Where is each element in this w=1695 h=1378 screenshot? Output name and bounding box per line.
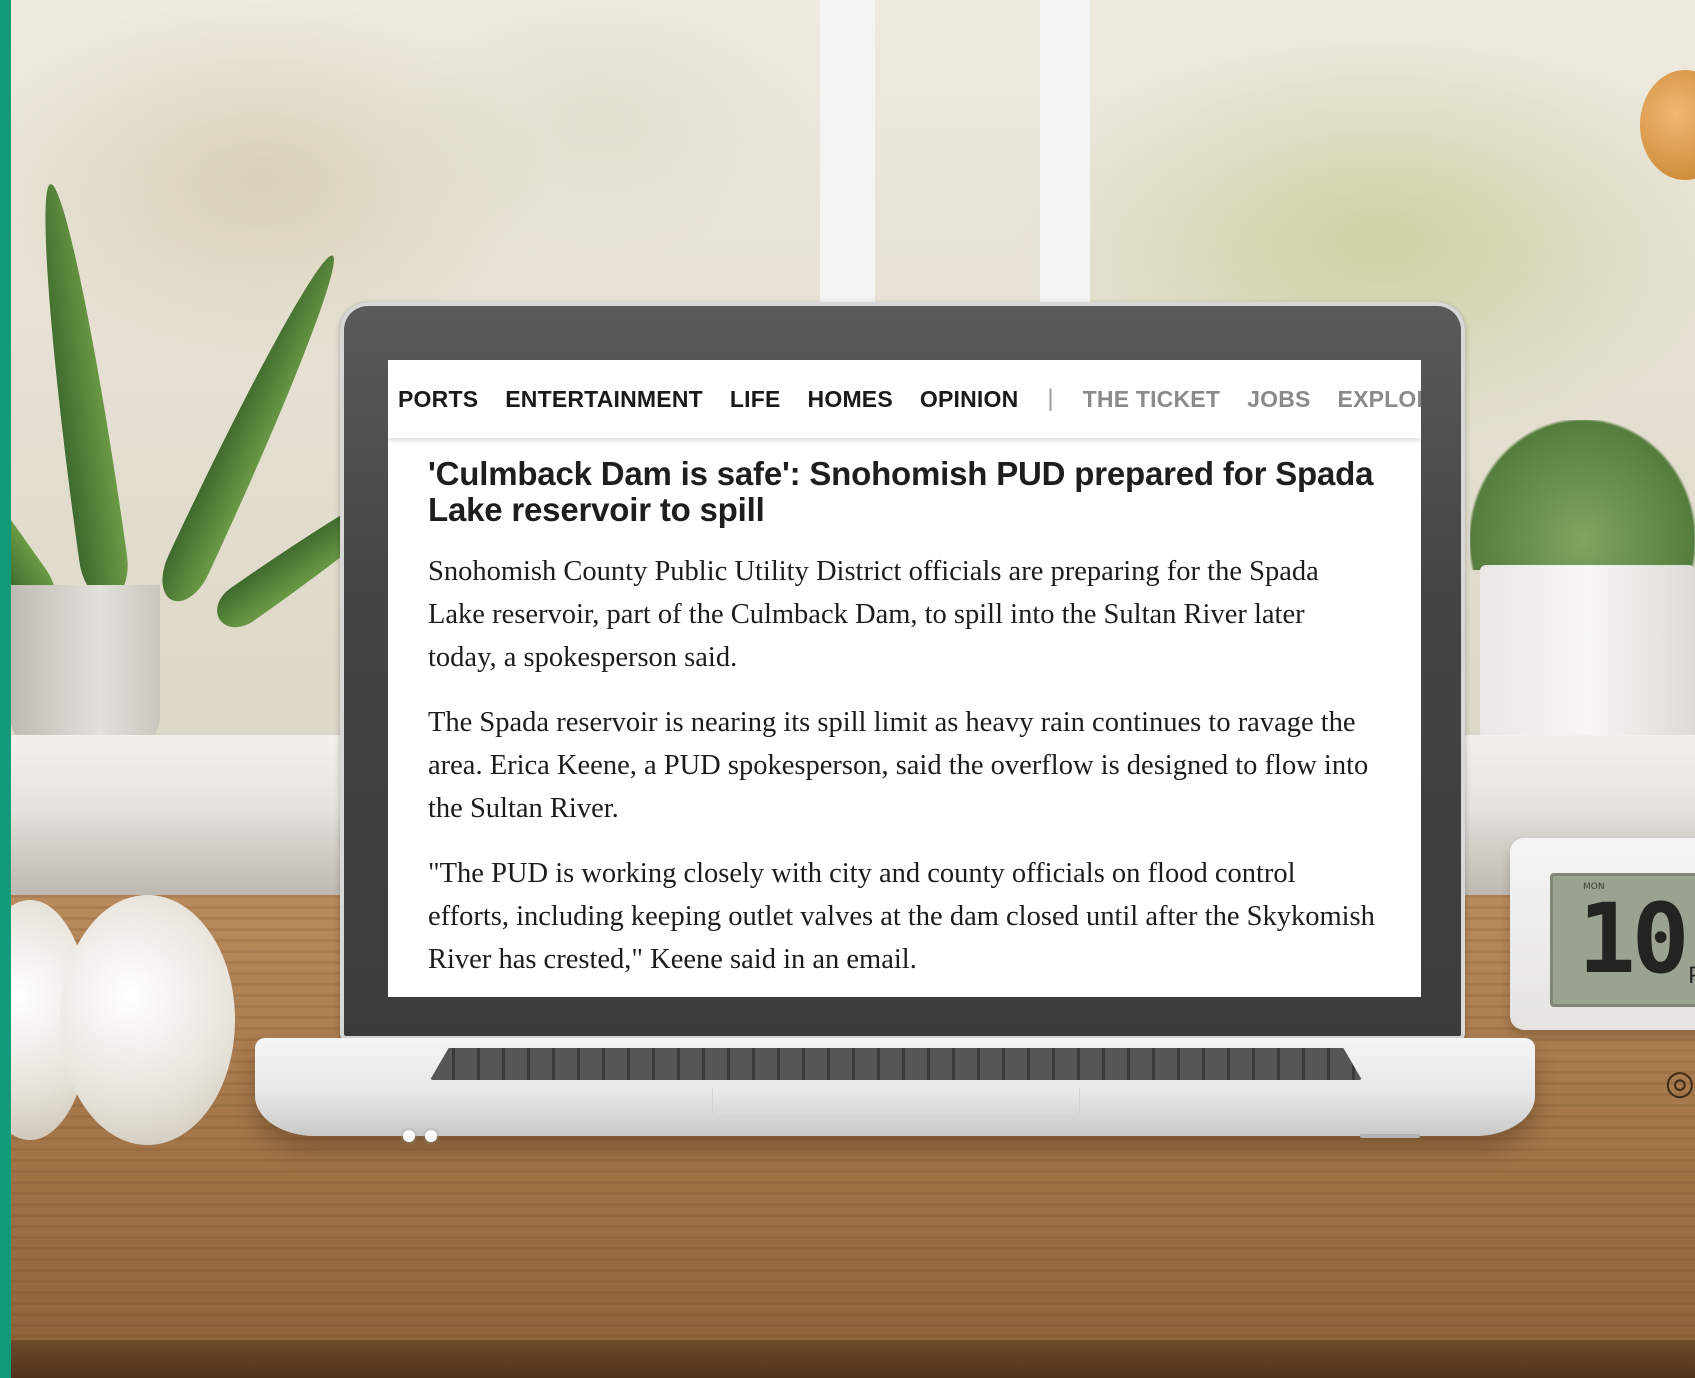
article-paragraph: Snohomish County Public Utility District… bbox=[428, 556, 1319, 673]
nav-jobs[interactable]: JOBS bbox=[1247, 386, 1310, 413]
laptop-screen: PORTS ENTERTAINMENT LIFE HOMES OPINION |… bbox=[388, 360, 1421, 997]
nav-entertainment[interactable]: ENTERTAINMENT bbox=[505, 386, 703, 413]
clock-ampm: P bbox=[1688, 964, 1695, 989]
laptop-trackpad bbox=[712, 1088, 1080, 1117]
laptop-port bbox=[1360, 1134, 1420, 1138]
article-paragraph: "The PUD is working closely with city an… bbox=[428, 858, 1375, 975]
status-led bbox=[403, 1130, 415, 1142]
nav-life[interactable]: LIFE bbox=[730, 386, 781, 413]
nav-opinion[interactable]: OPINION bbox=[920, 386, 1019, 413]
nav-separator: | bbox=[1047, 385, 1054, 412]
article-paragraph: The Spada reservoir is nearing its spill… bbox=[428, 707, 1369, 824]
succulent-plant bbox=[1470, 420, 1695, 570]
laptop-keyboard bbox=[430, 1048, 1362, 1080]
site-nav: PORTS ENTERTAINMENT LIFE HOMES OPINION |… bbox=[388, 360, 1421, 438]
nav-track: PORTS ENTERTAINMENT LIFE HOMES OPINION |… bbox=[398, 360, 1421, 438]
plant-pot bbox=[1480, 565, 1695, 760]
clock-display: MON 10: P bbox=[1550, 873, 1695, 1007]
nav-explore[interactable]: EXPLORE bbox=[1338, 386, 1421, 413]
nav-homes[interactable]: HOMES bbox=[808, 386, 893, 413]
clock-time: 10: bbox=[1578, 883, 1695, 995]
desk-edge bbox=[0, 1340, 1695, 1378]
desk-clock: MON 10: P bbox=[1510, 838, 1695, 1030]
nav-the-ticket[interactable]: THE TICKET bbox=[1083, 386, 1220, 413]
nav-sports[interactable]: PORTS bbox=[398, 386, 478, 413]
rings: ◎ bbox=[1665, 1064, 1695, 1102]
window-frame bbox=[1040, 0, 1090, 310]
news-article: 'Culmback Dam is safe': Snohomish PUD pr… bbox=[428, 456, 1421, 981]
article-headline[interactable]: 'Culmback Dam is safe': Snohomish PUD pr… bbox=[428, 456, 1388, 528]
window-frame bbox=[820, 0, 875, 310]
headphones bbox=[60, 895, 235, 1145]
status-led bbox=[425, 1130, 437, 1142]
accent-strip bbox=[0, 0, 11, 1378]
plant-pot bbox=[10, 585, 160, 755]
